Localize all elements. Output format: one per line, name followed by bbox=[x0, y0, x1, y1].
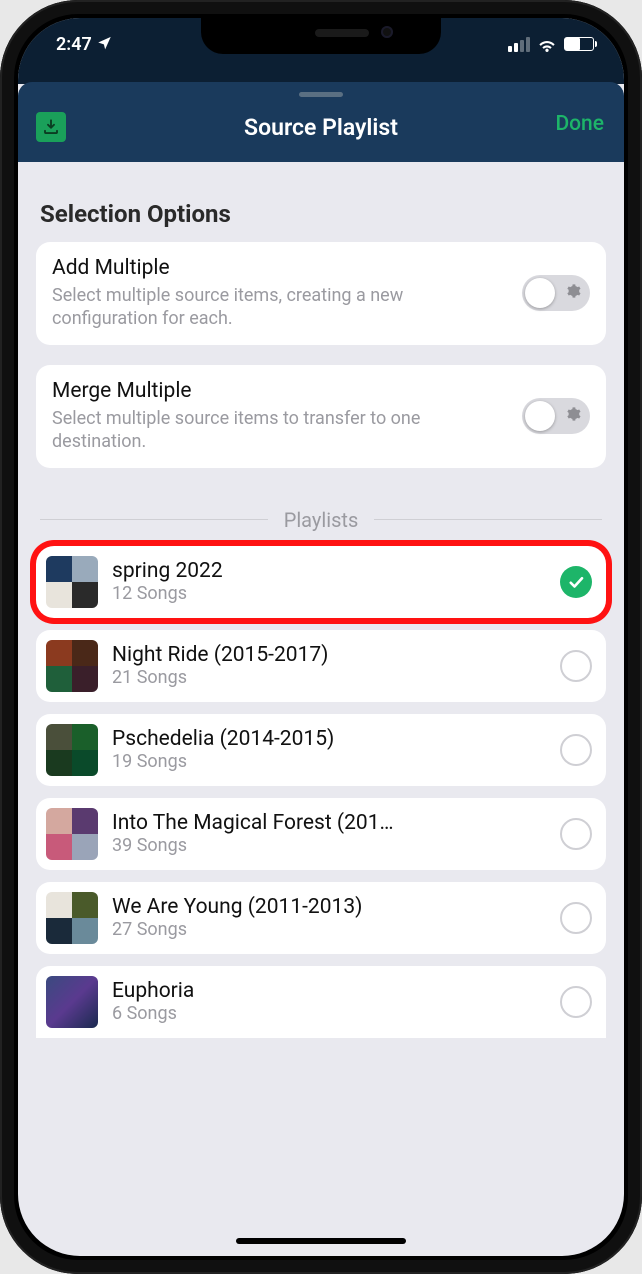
sheet-grabber[interactable] bbox=[299, 92, 343, 97]
sheet-title: Source Playlist bbox=[244, 114, 398, 141]
playlist-name: We Are Young (2011-2013) bbox=[112, 895, 546, 919]
status-time: 2:47 bbox=[56, 34, 92, 55]
playlist-artwork bbox=[46, 808, 98, 860]
option-toggle[interactable] bbox=[522, 398, 590, 434]
status-time-area: 2:47 bbox=[56, 34, 112, 55]
playlist-artwork bbox=[46, 976, 98, 1028]
location-arrow-icon bbox=[97, 34, 112, 55]
playlist-row[interactable]: Euphoria 6 Songs bbox=[36, 966, 606, 1038]
playlist-artwork bbox=[46, 892, 98, 944]
playlist-subtitle: 6 Songs bbox=[112, 1003, 546, 1024]
home-indicator[interactable] bbox=[236, 1238, 406, 1244]
playlist-artwork bbox=[46, 724, 98, 776]
playlist-row[interactable]: We Are Young (2011-2013) 27 Songs bbox=[36, 882, 606, 954]
playlist-row[interactable]: spring 2022 12 Songs bbox=[36, 546, 606, 618]
download-tray-icon bbox=[42, 118, 60, 136]
playlist-subtitle: 19 Songs bbox=[112, 751, 546, 772]
playlists-heading: Playlists bbox=[40, 508, 602, 532]
wifi-icon bbox=[537, 37, 557, 52]
playlist-subtitle: 27 Songs bbox=[112, 919, 546, 940]
playlist-artwork bbox=[46, 640, 98, 692]
playlist-row[interactable]: Night Ride (2015-2017) 21 Songs bbox=[36, 630, 606, 702]
option-add-multiple: Add Multiple Select multiple source item… bbox=[36, 242, 606, 345]
playlist-subtitle: 39 Songs bbox=[112, 835, 546, 856]
playlist-name: Night Ride (2015-2017) bbox=[112, 643, 546, 667]
playlist-name: Pschedelia (2014-2015) bbox=[112, 727, 546, 751]
playlist-row[interactable]: Into The Magical Forest (201… 39 Songs bbox=[36, 798, 606, 870]
option-title: Add Multiple bbox=[52, 256, 510, 280]
option-merge-multiple: Merge Multiple Select multiple source it… bbox=[36, 365, 606, 468]
sheet-header: Source Playlist Done bbox=[18, 82, 624, 162]
playlist-selected-checkmark-icon bbox=[560, 566, 592, 598]
playlists-heading-label: Playlists bbox=[284, 508, 359, 532]
gear-icon bbox=[565, 283, 581, 303]
playlist-name: spring 2022 bbox=[112, 559, 546, 583]
screen: 2:47 Source Playlist bbox=[18, 18, 624, 1256]
playlist-name: Into The Magical Forest (201… bbox=[112, 811, 546, 835]
battery-icon bbox=[564, 37, 594, 51]
sheet-content: Selection Options Add Multiple Select mu… bbox=[18, 162, 624, 1038]
playlist-row[interactable]: Pschedelia (2014-2015) 19 Songs bbox=[36, 714, 606, 786]
status-indicators bbox=[508, 37, 594, 52]
playlist-unselected-circle-icon bbox=[560, 734, 592, 766]
playlist-subtitle: 21 Songs bbox=[112, 667, 546, 688]
option-title: Merge Multiple bbox=[52, 379, 510, 403]
option-toggle[interactable] bbox=[522, 275, 590, 311]
selection-options-heading: Selection Options bbox=[40, 200, 602, 228]
playlist-unselected-circle-icon bbox=[560, 902, 592, 934]
gear-icon bbox=[565, 406, 581, 426]
option-description: Select multiple source items to transfer… bbox=[52, 407, 510, 454]
notch bbox=[201, 18, 441, 54]
option-description: Select multiple source items, creating a… bbox=[52, 284, 510, 331]
playlist-unselected-circle-icon bbox=[560, 818, 592, 850]
playlist-unselected-circle-icon bbox=[560, 986, 592, 1018]
import-button[interactable] bbox=[36, 112, 66, 142]
playlist-unselected-circle-icon bbox=[560, 650, 592, 682]
playlist-artwork bbox=[46, 556, 98, 608]
phone-frame: 2:47 Source Playlist bbox=[0, 0, 642, 1274]
playlist-name: Euphoria bbox=[112, 979, 546, 1003]
done-button[interactable]: Done bbox=[555, 112, 604, 136]
playlist-subtitle: 12 Songs bbox=[112, 583, 546, 604]
cellular-signal-icon bbox=[508, 37, 530, 52]
